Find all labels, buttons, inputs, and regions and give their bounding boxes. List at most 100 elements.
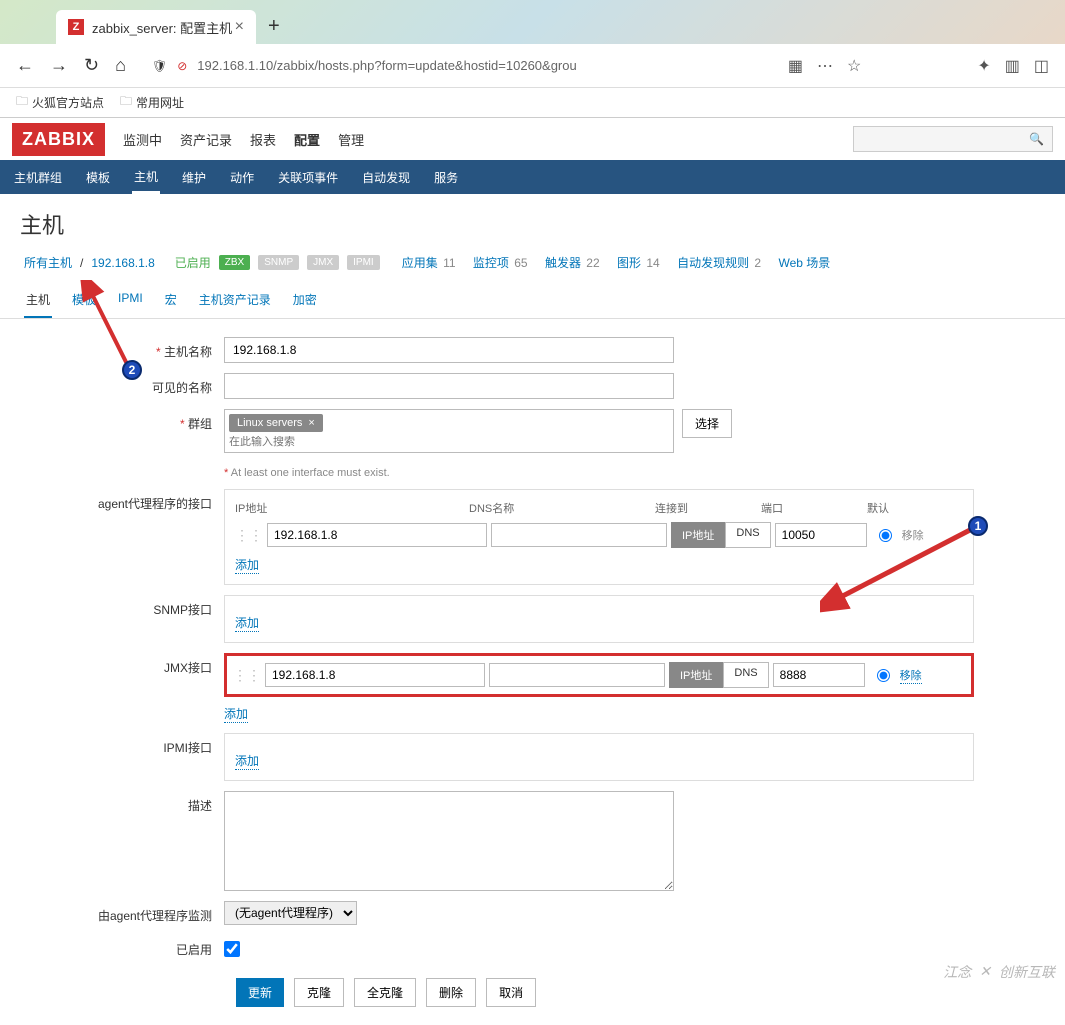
agent-default-radio[interactable] <box>879 529 892 542</box>
tab-macros[interactable]: 宏 <box>163 285 179 318</box>
tab-encryption[interactable]: 加密 <box>291 285 319 318</box>
watermark: 江念 ✕ 创新互联 <box>943 962 1055 982</box>
nav-inventory[interactable]: 资产记录 <box>180 130 232 149</box>
subnav-discovery[interactable]: 自动发现 <box>360 161 412 194</box>
counts: 应用集 11 监控项 65 触发器 22 图形 14 自动发现规则 2 Web … <box>388 254 831 271</box>
badge-snmp: SNMP <box>258 255 299 270</box>
toggle-dns[interactable]: DNS <box>725 522 770 548</box>
tab-ipmi[interactable]: IPMI <box>116 285 145 318</box>
label-jmx-interface: JMX接口 <box>24 653 224 676</box>
drag-handle-icon[interactable]: ⋮⋮ <box>235 527 263 544</box>
tab-title: zabbix_server: 配置主机 <box>92 18 232 37</box>
subnav-services[interactable]: 服务 <box>432 161 460 194</box>
delete-button[interactable]: 删除 <box>426 978 476 1007</box>
select-button[interactable]: 选择 <box>682 409 732 438</box>
shield-icon[interactable]: 🛡 <box>152 59 167 73</box>
nav-reports[interactable]: 报表 <box>250 130 276 149</box>
back-button[interactable]: ← <box>16 55 34 76</box>
remove-group-icon[interactable]: × <box>308 417 314 429</box>
sidebar-icon[interactable]: ◫ <box>1034 56 1049 76</box>
search-input[interactable]: 🔍 <box>853 126 1053 152</box>
nav-administration[interactable]: 管理 <box>338 130 364 149</box>
nav-configuration[interactable]: 配置 <box>294 130 320 149</box>
search-icon: 🔍 <box>1029 132 1044 146</box>
link-graphs[interactable]: 图形 14 <box>617 256 660 270</box>
bookmark-item[interactable]: 🗀 常用网址 <box>120 92 184 113</box>
action-buttons: 更新 克隆 全克隆 删除 取消 <box>236 978 1041 1007</box>
close-icon[interactable]: × <box>235 18 244 36</box>
description-textarea[interactable] <box>224 791 674 891</box>
menu-dots-icon[interactable]: ⋯ <box>817 56 833 76</box>
tab-inventory[interactable]: 主机资产记录 <box>197 285 273 318</box>
link-applications[interactable]: 应用集 11 <box>402 256 456 270</box>
label-snmp-interface: SNMP接口 <box>24 595 224 618</box>
update-button[interactable]: 更新 <box>236 978 284 1007</box>
link-discovery[interactable]: 自动发现规则 2 <box>677 256 761 270</box>
toggle-ip[interactable]: IP地址 <box>669 662 723 688</box>
link-triggers[interactable]: 触发器 22 <box>545 256 600 270</box>
badge-ipmi: IPMI <box>347 255 380 270</box>
nav-monitoring[interactable]: 监测中 <box>123 130 162 149</box>
snmp-add-link[interactable]: 添加 <box>235 614 259 632</box>
zabbix-logo[interactable]: ZABBIX <box>12 123 105 156</box>
bookmark-item[interactable]: 🗀 火狐官方站点 <box>16 92 104 113</box>
toggle-ip[interactable]: IP地址 <box>671 522 725 548</box>
jmx-dns-input[interactable] <box>489 663 665 687</box>
cancel-button[interactable]: 取消 <box>486 978 536 1007</box>
drag-handle-icon[interactable]: ⋮⋮ <box>233 667 261 684</box>
forward-button[interactable]: → <box>50 55 68 76</box>
full-clone-button[interactable]: 全克隆 <box>354 978 416 1007</box>
reload-button[interactable]: ↻ <box>84 55 99 76</box>
subnav-hosts[interactable]: 主机 <box>132 160 160 194</box>
jmx-interface-row: ⋮⋮ IP地址 DNS 移除 <box>233 662 965 688</box>
ipmi-add-link[interactable]: 添加 <box>235 752 259 770</box>
breadcrumb-host[interactable]: 192.168.1.8 <box>91 256 154 270</box>
input-visible-name[interactable] <box>224 373 674 399</box>
jmx-highlight: ⋮⋮ IP地址 DNS 移除 <box>224 653 974 697</box>
input-host-name[interactable] <box>224 337 674 363</box>
agent-add-link[interactable]: 添加 <box>235 556 259 574</box>
extension-icon[interactable]: ✦ <box>977 56 990 76</box>
label-description: 描述 <box>24 791 224 814</box>
subnav-templates[interactable]: 模板 <box>84 161 112 194</box>
groups-box[interactable]: Linux servers× <box>224 409 674 453</box>
ipmi-interface-box: 添加 <box>224 733 974 781</box>
tab-host[interactable]: 主机 <box>24 285 52 318</box>
page-title: 主机 <box>0 194 1065 250</box>
library-icon[interactable]: ▥ <box>1005 56 1020 76</box>
home-button[interactable]: ⌂ <box>115 55 126 76</box>
breadcrumb-all-hosts[interactable]: 所有主机 <box>24 254 72 271</box>
agent-ip-input[interactable] <box>267 523 487 547</box>
annotation-number-1: 1 <box>968 516 988 536</box>
jmx-port-input[interactable] <box>773 663 865 687</box>
enabled-checkbox[interactable] <box>224 941 240 957</box>
subnav-maintenance[interactable]: 维护 <box>180 161 208 194</box>
monitored-by-select[interactable]: (无agent代理程序) <box>224 901 357 925</box>
browser-tab[interactable]: Z zabbix_server: 配置主机 × <box>56 10 256 44</box>
group-search-input[interactable] <box>229 436 669 448</box>
bookmark-star-icon[interactable]: ☆ <box>847 56 861 76</box>
agent-dns-input[interactable] <box>491 523 667 547</box>
label-agent-interface: agent代理程序的接口 <box>24 489 224 512</box>
new-tab-button[interactable]: + <box>268 15 280 44</box>
clone-button[interactable]: 克隆 <box>294 978 344 1007</box>
jmx-remove-link[interactable]: 移除 <box>900 667 922 684</box>
jmx-default-radio[interactable] <box>877 669 890 682</box>
subnav-actions[interactable]: 动作 <box>228 161 256 194</box>
link-items[interactable]: 监控项 65 <box>473 256 528 270</box>
agent-remove-link[interactable]: 移除 <box>902 527 924 543</box>
toggle-dns[interactable]: DNS <box>723 662 768 688</box>
annotation-number-2: 2 <box>122 360 142 380</box>
agent-interface-box: IP地址 DNS名称 连接到 端口 默认 ⋮⋮ IP地址 DNS 移除 添加 <box>224 489 974 585</box>
qr-icon[interactable]: ▦ <box>788 56 803 76</box>
subnav-hostgroups[interactable]: 主机群组 <box>12 161 64 194</box>
lock-icon: ⊘ <box>177 59 187 73</box>
folder-icon: 🗀 <box>120 92 132 113</box>
tab-templates[interactable]: 模板 <box>70 285 98 318</box>
jmx-ip-input[interactable] <box>265 663 485 687</box>
agent-port-input[interactable] <box>775 523 867 547</box>
url-bar[interactable]: 🛡 ⊘ 192.168.1.10/zabbix/hosts.php?form=u… <box>142 58 772 73</box>
link-web[interactable]: Web 场景 <box>778 256 830 270</box>
jmx-add-link[interactable]: 添加 <box>224 705 248 723</box>
subnav-correlation[interactable]: 关联项事件 <box>276 161 340 194</box>
